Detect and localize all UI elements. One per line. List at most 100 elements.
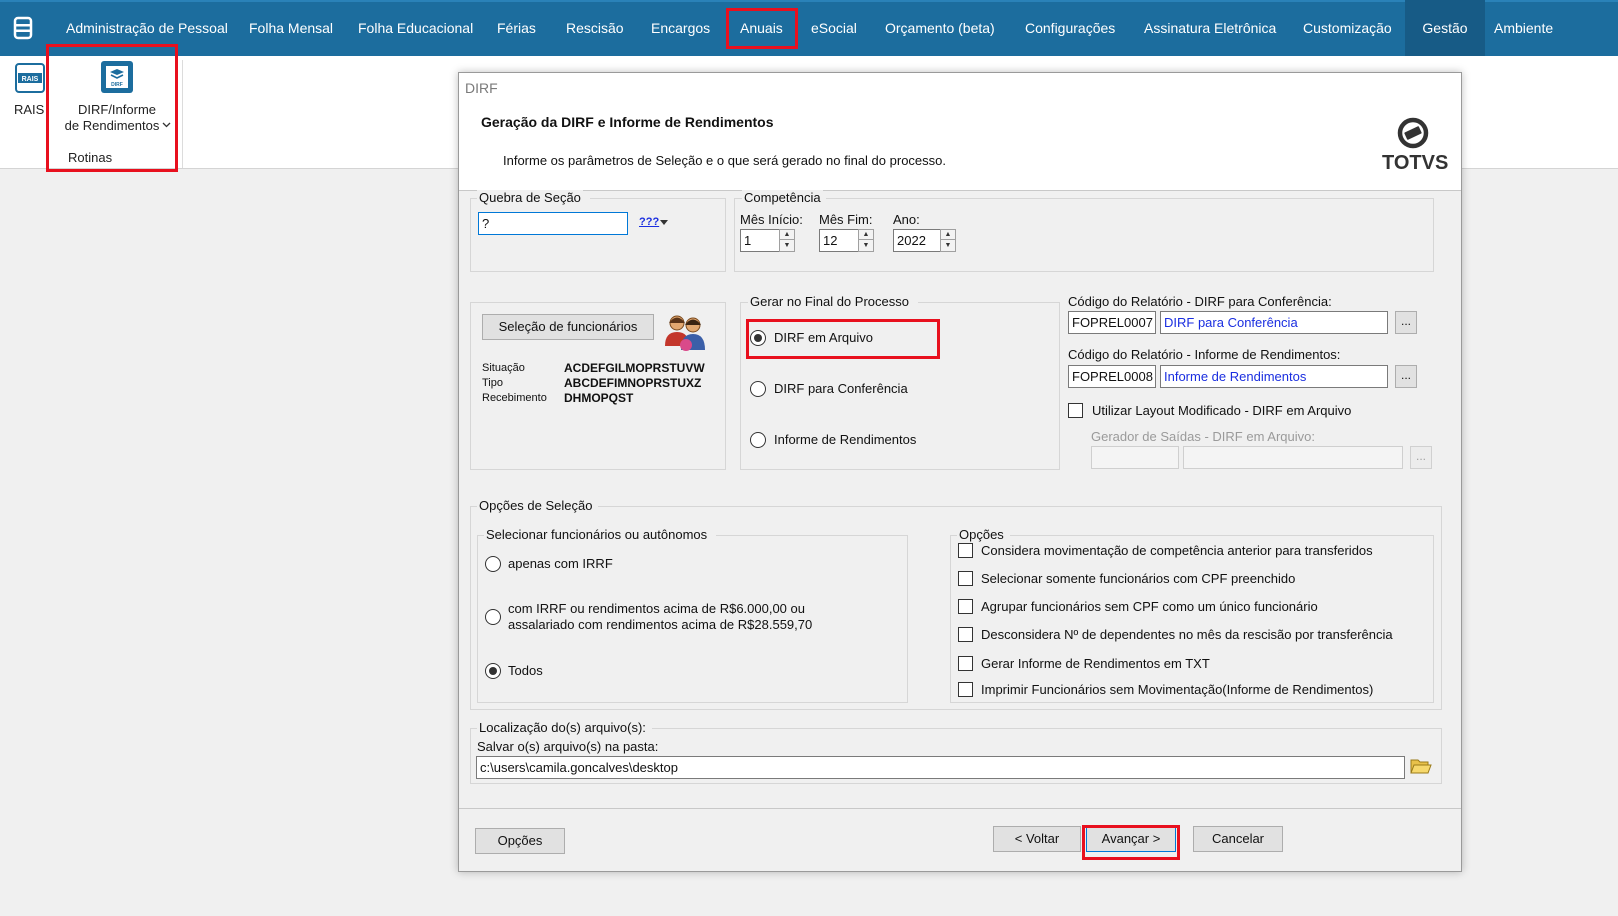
rais-icon[interactable]: RAIS xyxy=(14,62,46,94)
dialog-subtitle: Informe os parâmetros de Seleção e o que… xyxy=(503,153,946,168)
checkbox-cpf-preenchido[interactable] xyxy=(958,571,973,586)
nome-conferencia-input[interactable]: DIRF para Conferência xyxy=(1160,311,1388,334)
voltar-button[interactable]: < Voltar xyxy=(993,826,1081,852)
mes-inicio-input[interactable]: 1 xyxy=(740,229,780,252)
menu-ambiente[interactable]: Ambiente xyxy=(1488,0,1559,56)
menu-orcamento[interactable]: Orçamento (beta) xyxy=(879,0,1001,56)
highlight-anuais xyxy=(726,8,798,49)
radio-todos[interactable] xyxy=(485,663,501,679)
menu-esocial[interactable]: eSocial xyxy=(805,0,863,56)
groupbox-opcoes xyxy=(950,535,1434,703)
competencia-title: Competência xyxy=(742,190,823,205)
rais-icon-text: RAIS xyxy=(22,76,39,83)
dialog-title: Geração da DIRF e Informe de Rendimentos xyxy=(481,114,774,130)
lookup-dropdown-icon[interactable] xyxy=(660,220,668,225)
users-icon xyxy=(665,315,705,351)
tipo-label: Tipo xyxy=(482,377,503,389)
opcoes-button[interactable]: Opções xyxy=(475,828,565,854)
dirf-conferencia-label[interactable]: DIRF para Conferência xyxy=(774,381,908,396)
ano-label: Ano: xyxy=(893,212,920,227)
codigo-conferencia-input[interactable]: FOPREL0007 xyxy=(1068,311,1156,334)
browse-conferencia-button[interactable]: ... xyxy=(1395,311,1417,334)
gerar-final-title: Gerar no Final do Processo xyxy=(748,294,911,309)
checkbox-considera-movimentacao[interactable] xyxy=(958,543,973,558)
ano-spinner[interactable]: ▲ ▼ xyxy=(940,229,956,252)
top-menu-bar: Administração de Pessoal Folha Mensal Fo… xyxy=(0,0,1618,56)
gerador-codigo-input[interactable] xyxy=(1091,446,1179,469)
apenas-irrf-label[interactable]: apenas com IRRF xyxy=(508,556,613,571)
quebra-secao-title: Quebra de Seção xyxy=(477,190,583,205)
totvs-logo-icon xyxy=(1397,117,1429,149)
codigo-conferencia-label: Código do Relatório - DIRF para Conferên… xyxy=(1068,294,1332,309)
mes-fim-input[interactable]: 12 xyxy=(819,229,859,252)
agrupar-sem-cpf-label[interactable]: Agrupar funcionários sem CPF como um úni… xyxy=(981,599,1318,614)
footer-separator xyxy=(459,808,1461,809)
irrf-rendimentos-label-1[interactable]: com IRRF ou rendimentos acima de R$6.000… xyxy=(508,601,805,616)
checkbox-informe-txt[interactable] xyxy=(958,656,973,671)
opcoes-selecao-title: Opções de Seleção xyxy=(477,498,595,513)
checkbox-agrupar-sem-cpf[interactable] xyxy=(958,599,973,614)
checkbox-desconsidera-dependentes[interactable] xyxy=(958,627,973,642)
desconsidera-dependentes-label[interactable]: Desconsidera Nº de dependentes no mês da… xyxy=(981,627,1393,642)
mes-fim-label: Mês Fim: xyxy=(819,212,873,227)
mes-inicio-spinner[interactable]: ▲ ▼ xyxy=(779,229,795,252)
salvar-pasta-label: Salvar o(s) arquivo(s) na pasta: xyxy=(477,739,659,754)
menu-encargos[interactable]: Encargos xyxy=(645,0,716,56)
browse-gerador-button[interactable]: ... xyxy=(1410,446,1432,469)
highlight-dirf-ribbon xyxy=(46,44,178,172)
selecionar-funcionarios-title: Selecionar funcionários ou autônomos xyxy=(484,527,710,542)
radio-dirf-conferencia[interactable] xyxy=(750,381,766,397)
radio-informe-rendimentos[interactable] xyxy=(750,432,766,448)
layout-modificado-checkbox[interactable] xyxy=(1068,403,1083,418)
highlight-avancar xyxy=(1082,825,1180,860)
checkbox-imprimir-sem-movimentacao[interactable] xyxy=(958,682,973,697)
nome-informe-input[interactable]: Informe de Rendimentos xyxy=(1160,365,1388,388)
radio-apenas-irrf[interactable] xyxy=(485,556,501,572)
dialog-window-title: DIRF xyxy=(465,80,498,96)
menu-gestao[interactable]: Gestão xyxy=(1405,0,1485,56)
totvs-brand: TOTVS xyxy=(1382,152,1449,174)
lookup-icon[interactable]: ??? xyxy=(639,216,659,228)
browse-informe-button[interactable]: ... xyxy=(1395,365,1417,388)
app-menu-icon[interactable] xyxy=(12,16,34,40)
menu-assinatura-eletronica[interactable]: Assinatura Eletrônica xyxy=(1138,0,1282,56)
dialog-header: Geração da DIRF e Informe de Rendimentos… xyxy=(459,105,1461,191)
considera-movimentacao-label[interactable]: Considera movimentação de competência an… xyxy=(981,543,1373,558)
menu-folha-mensal[interactable]: Folha Mensal xyxy=(243,0,339,56)
menu-customizacao[interactable]: Customização xyxy=(1297,0,1398,56)
pasta-input[interactable]: c:\users\camila.goncalves\desktop xyxy=(476,756,1405,779)
situacao-label: Situação xyxy=(482,362,525,374)
ribbon-separator xyxy=(182,60,183,168)
selecao-funcionarios-button[interactable]: Seleção de funcionários xyxy=(482,314,654,340)
menu-configuracoes[interactable]: Configurações xyxy=(1019,0,1121,56)
codigo-informe-input[interactable]: FOPREL0008 xyxy=(1068,365,1156,388)
dialog-titlebar: DIRF xyxy=(459,73,1461,105)
gerador-nome-input[interactable] xyxy=(1183,446,1403,469)
menu-ferias[interactable]: Férias xyxy=(491,0,542,56)
quebra-secao-input[interactable]: ? xyxy=(478,212,628,235)
rais-label[interactable]: RAIS xyxy=(14,102,44,117)
todos-label[interactable]: Todos xyxy=(508,663,543,678)
gerador-saidas-label: Gerador de Saídas - DIRF em Arquivo: xyxy=(1091,429,1315,444)
informe-txt-label[interactable]: Gerar Informe de Rendimentos em TXT xyxy=(981,656,1210,671)
situacao-value: ACDEFGILMOPRSTUVW xyxy=(564,361,705,375)
ano-input[interactable]: 2022 xyxy=(893,229,941,252)
mes-inicio-label: Mês Início: xyxy=(740,212,803,227)
menu-folha-educacional[interactable]: Folha Educacional xyxy=(352,0,479,56)
localizacao-title: Localização do(s) arquivo(s): xyxy=(477,720,648,735)
groupbox-quebra-secao xyxy=(470,198,726,272)
opcoes-title: Opções xyxy=(957,527,1006,542)
highlight-dirf-arquivo xyxy=(746,319,940,359)
radio-irrf-rendimentos[interactable] xyxy=(485,609,501,625)
menu-rescisao[interactable]: Rescisão xyxy=(560,0,630,56)
recebimento-value: DHMOPQST xyxy=(564,391,634,405)
folder-open-icon[interactable] xyxy=(1410,756,1432,776)
informe-rendimentos-label[interactable]: Informe de Rendimentos xyxy=(774,432,916,447)
layout-modificado-label[interactable]: Utilizar Layout Modificado - DIRF em Arq… xyxy=(1092,403,1351,418)
recebimento-label: Recebimento xyxy=(482,392,547,404)
cpf-preenchido-label[interactable]: Selecionar somente funcionários com CPF … xyxy=(981,571,1295,586)
imprimir-sem-movimentacao-label[interactable]: Imprimir Funcionários sem Movimentação(I… xyxy=(981,682,1373,697)
mes-fim-spinner[interactable]: ▲ ▼ xyxy=(858,229,874,252)
cancelar-button[interactable]: Cancelar xyxy=(1193,826,1283,852)
irrf-rendimentos-label-2[interactable]: assalariado com rendimentos acima de R$2… xyxy=(508,617,812,632)
